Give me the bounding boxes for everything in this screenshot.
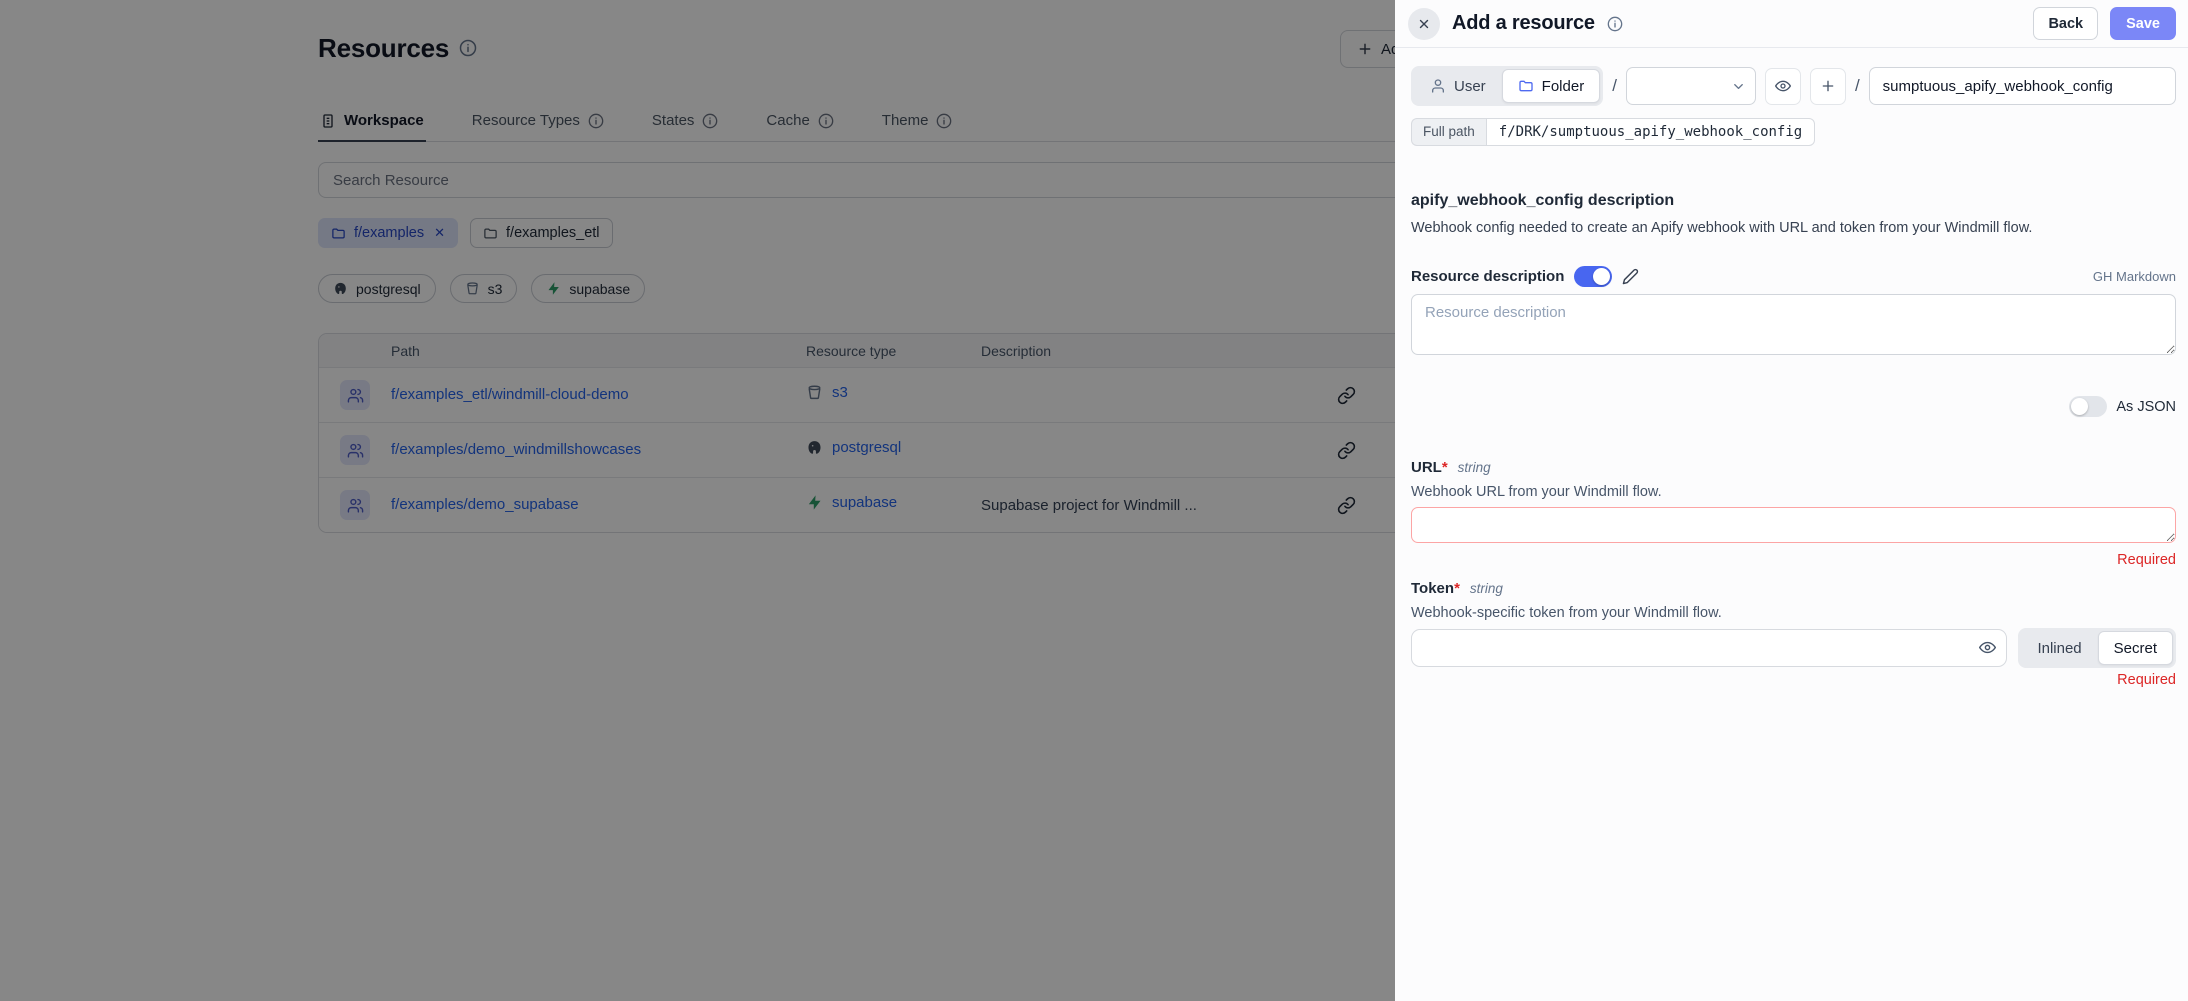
token-mode-inlined[interactable]: Inlined	[2021, 631, 2097, 665]
add-resource-drawer: Add a resource Back Save User Folder	[1395, 0, 2188, 1001]
field-description: Webhook URL from your Windmill flow.	[1411, 484, 2176, 500]
resource-name-input[interactable]	[1869, 67, 2176, 105]
full-path-value: f/DRK/sumptuous_apify_webhook_config	[1486, 118, 1815, 146]
drawer-body: User Folder / /	[1395, 48, 2188, 688]
field-token: Token* string Webhook-specific token fro…	[1411, 580, 2176, 688]
user-icon	[1430, 78, 1446, 94]
close-icon	[1417, 17, 1431, 31]
resource-description-textarea[interactable]	[1411, 294, 2176, 355]
schema-description: Webhook config needed to create an Apify…	[1411, 220, 2176, 236]
required-error: Required	[1411, 672, 2176, 688]
resource-description-label: Resource description	[1411, 268, 1564, 285]
info-icon[interactable]	[1607, 16, 1623, 32]
owner-toggle-group: User Folder	[1411, 66, 1603, 106]
owner-toggle-label: User	[1454, 78, 1486, 95]
schema-heading: apify_webhook_config description	[1411, 192, 2176, 210]
field-name: Token*	[1411, 580, 1460, 597]
as-json-label: As JSON	[2116, 399, 2176, 415]
edit-icon[interactable]	[1622, 268, 1639, 285]
required-error: Required	[1411, 552, 2176, 568]
field-url: URL* string Webhook URL from your Windmi…	[1411, 459, 2176, 568]
eye-icon[interactable]	[1979, 639, 1996, 656]
save-button[interactable]: Save	[2110, 7, 2176, 40]
eye-icon	[1775, 78, 1791, 94]
path-separator: /	[1612, 76, 1617, 96]
path-builder: User Folder / /	[1411, 66, 2176, 106]
token-input[interactable]	[1411, 629, 2007, 667]
full-path: Full path f/DRK/sumptuous_apify_webhook_…	[1411, 118, 1815, 146]
field-description: Webhook-specific token from your Windmil…	[1411, 605, 2176, 621]
field-type: string	[1470, 581, 1503, 596]
field-name: URL*	[1411, 459, 1448, 476]
gh-markdown-hint: GH Markdown	[2093, 269, 2176, 284]
owner-toggle-user[interactable]: User	[1414, 69, 1502, 103]
resource-description-row: Resource description GH Markdown	[1411, 266, 2176, 287]
required-star: *	[1454, 580, 1460, 597]
folder-icon	[1518, 78, 1534, 94]
token-mode-toggle: Inlined Secret	[2018, 628, 2176, 668]
field-type: string	[1458, 460, 1491, 475]
back-button[interactable]: Back	[2033, 7, 2098, 40]
as-json-row: As JSON	[1411, 396, 2176, 417]
chevron-down-icon	[1731, 79, 1746, 94]
drawer-header: Add a resource Back Save	[1395, 0, 2188, 48]
close-button[interactable]	[1408, 8, 1440, 40]
screen: Resources Ad Workspace Resource Types	[0, 0, 2188, 1001]
full-path-label: Full path	[1411, 118, 1486, 146]
token-mode-secret[interactable]: Secret	[2098, 631, 2173, 665]
as-json-toggle[interactable]	[2069, 396, 2107, 417]
required-star: *	[1442, 459, 1448, 476]
folder-select[interactable]	[1626, 67, 1756, 105]
add-folder-button[interactable]	[1810, 68, 1846, 105]
plus-icon	[1820, 78, 1836, 94]
drawer-title: Add a resource	[1452, 12, 1595, 35]
path-separator: /	[1855, 76, 1860, 96]
owner-toggle-label: Folder	[1542, 78, 1585, 95]
url-input[interactable]	[1411, 507, 2176, 543]
view-folder-button[interactable]	[1765, 68, 1801, 105]
description-toggle[interactable]	[1574, 266, 1612, 287]
owner-toggle-folder[interactable]: Folder	[1502, 69, 1601, 103]
